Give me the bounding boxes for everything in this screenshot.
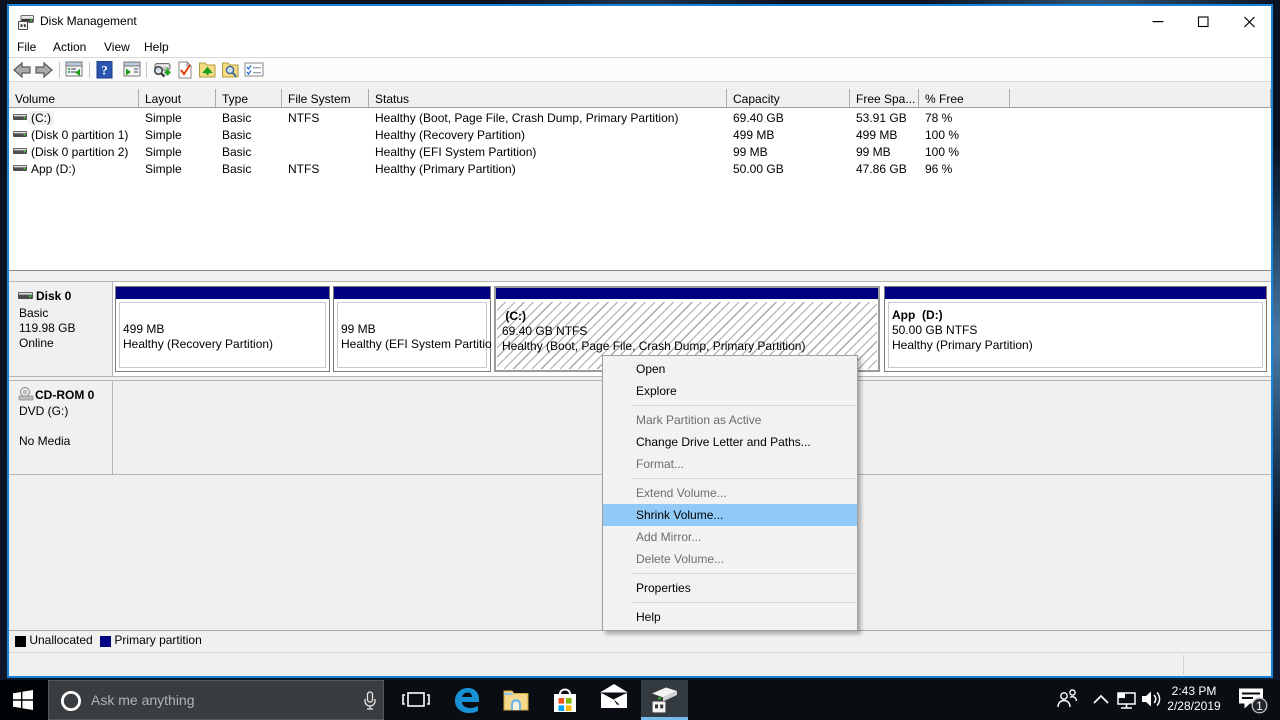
svg-text:?: ? [101,63,108,78]
svg-text:1: 1 [1256,701,1262,713]
